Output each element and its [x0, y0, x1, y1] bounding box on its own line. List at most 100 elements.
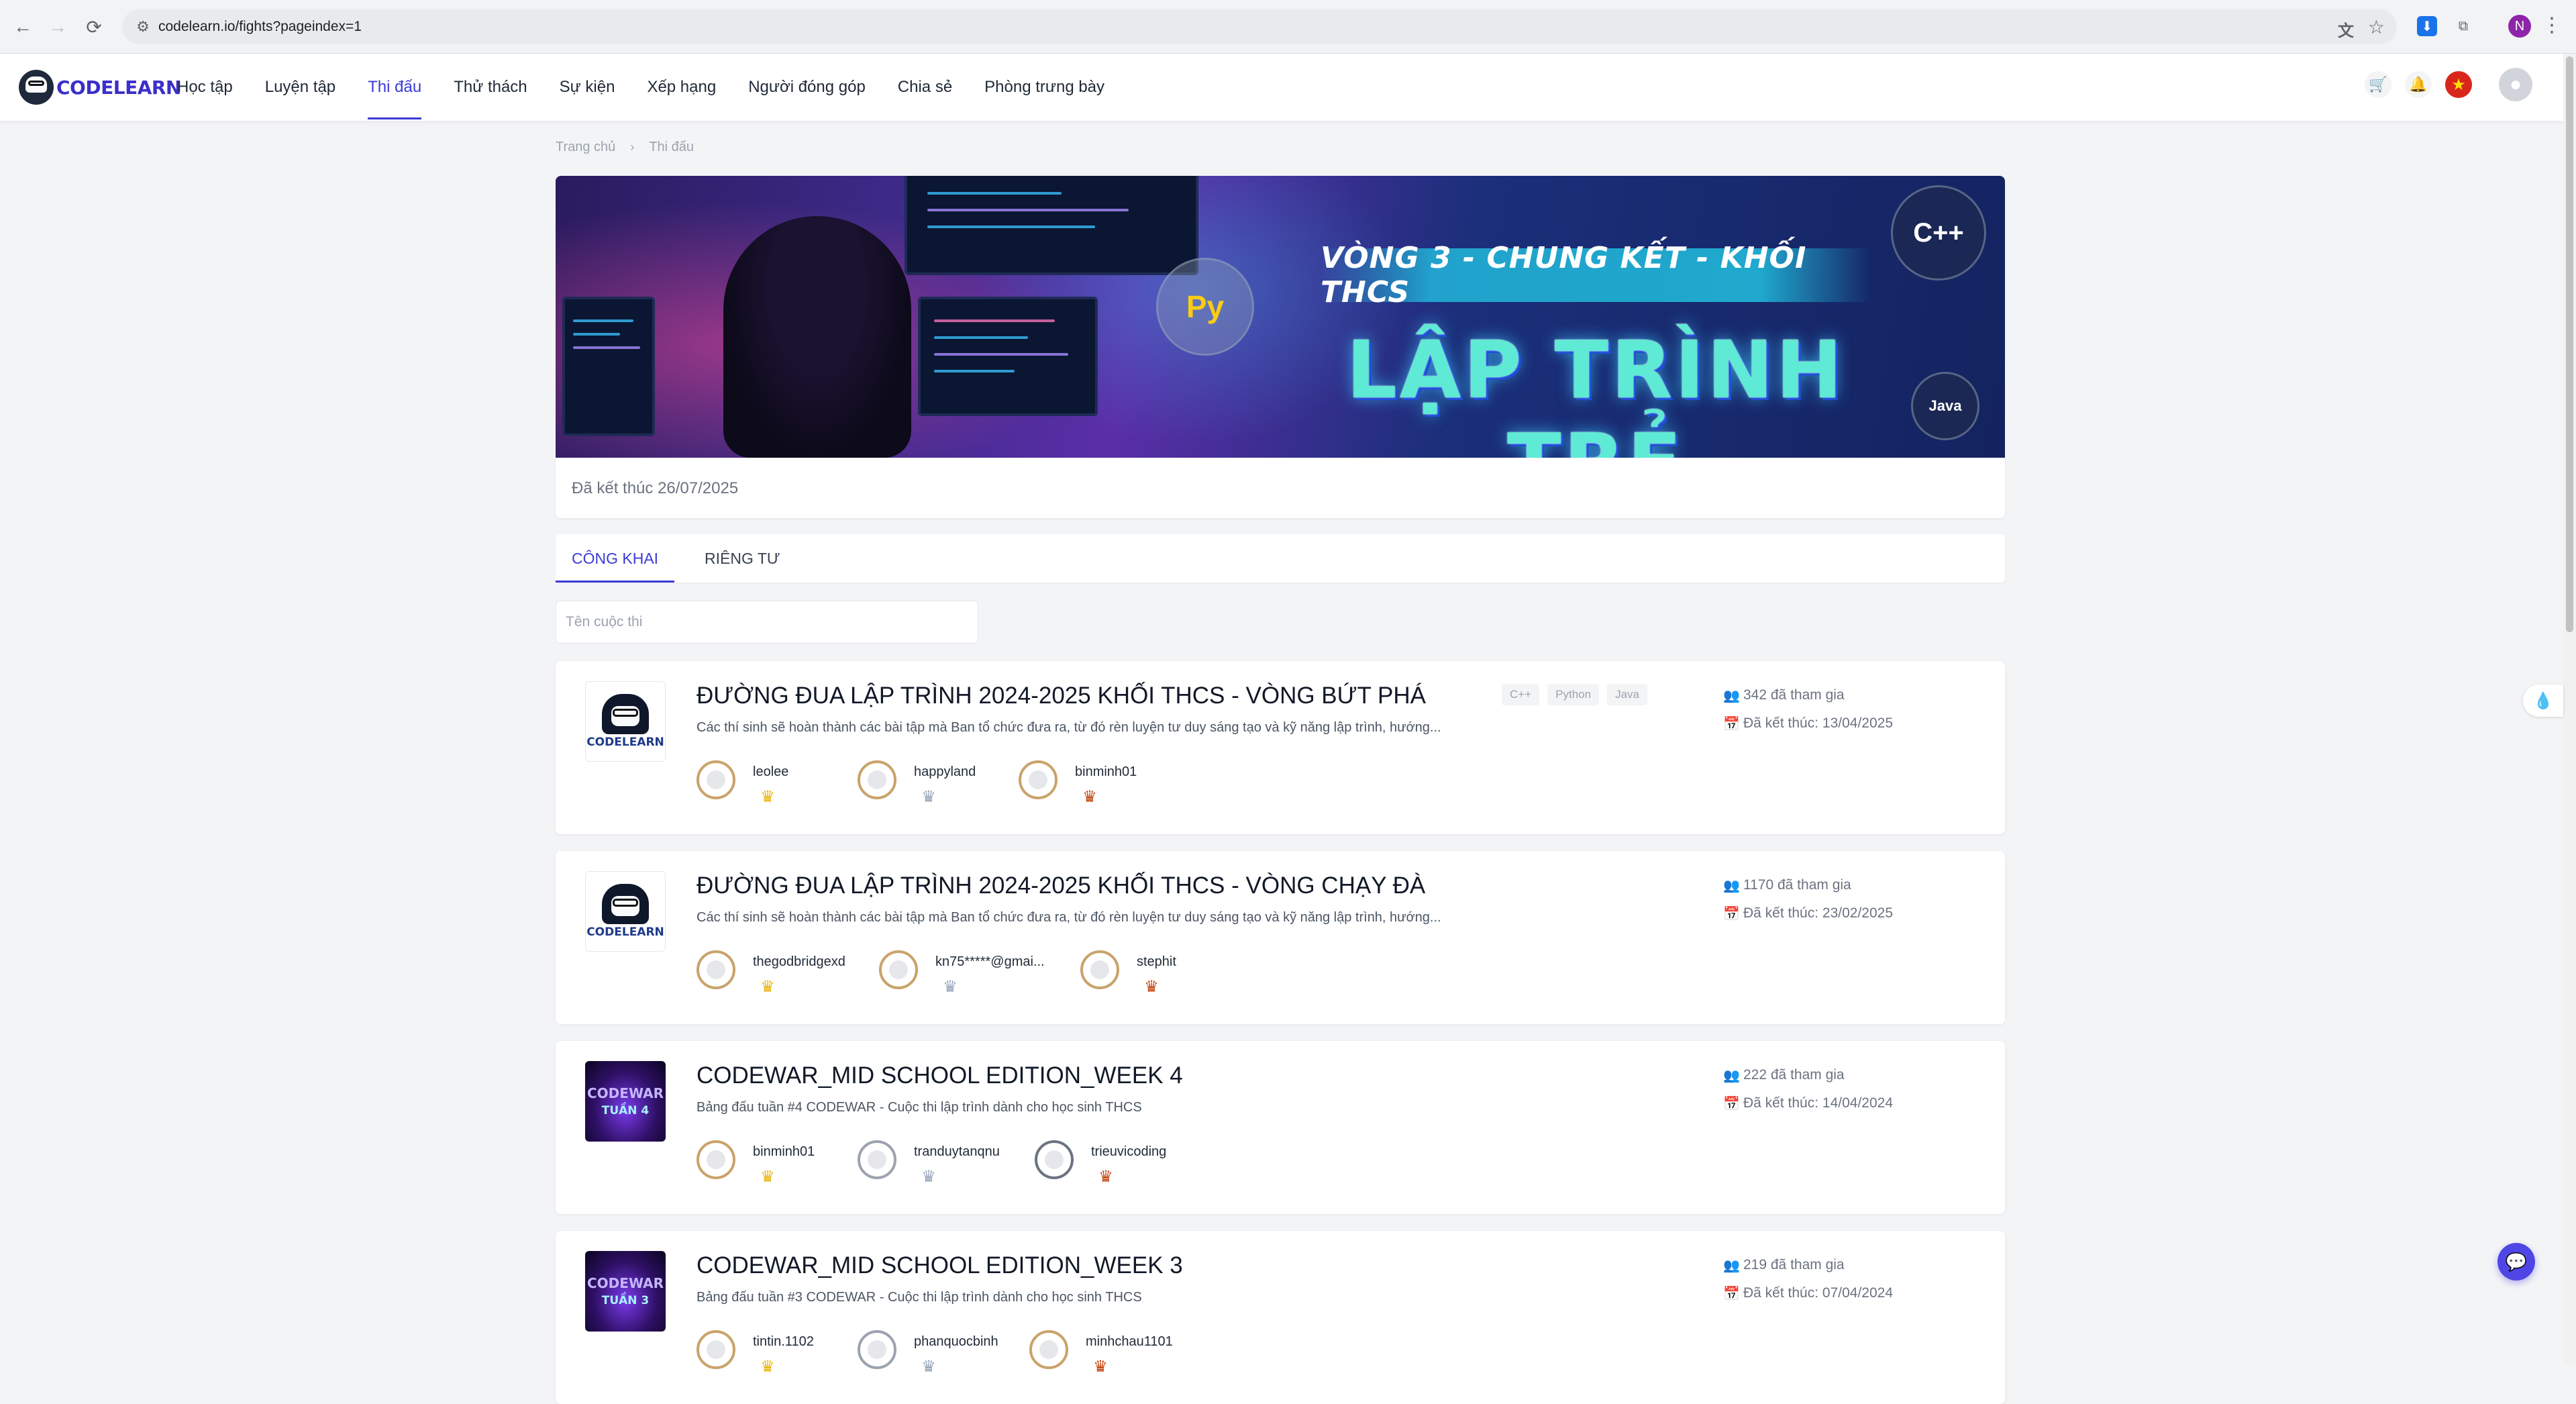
winner-first[interactable]: tintin.1102 ♛: [697, 1330, 858, 1384]
users-icon: 👥: [1723, 878, 1740, 893]
contest-description: Các thí sinh sẽ hoàn thành các bài tập m…: [697, 910, 1441, 925]
reload-icon[interactable]: ⟳: [82, 15, 106, 39]
banner-ribbon-text: VÒNG 3 - CHUNG KẾT - KHỐI THCS: [1321, 241, 1807, 309]
winner-name[interactable]: thegodbridgexd: [753, 954, 845, 970]
top-winners: leolee ♛ happyland ♛ binminh01 ♛: [697, 760, 1180, 814]
tab-public[interactable]: CÔNG KHAI: [556, 534, 675, 583]
cpp-badge-icon: C++: [1891, 185, 1986, 281]
bronze-rank-icon: ♛: [1093, 1357, 1108, 1376]
contest-thumbnail: CODEWAR TUẦN 3: [585, 1251, 666, 1332]
winner-name[interactable]: happyland: [914, 764, 976, 780]
contest-title[interactable]: ĐƯỜNG ĐUA LẬP TRÌNH 2024-2025 KHỐI THCS …: [697, 872, 1425, 899]
site-info-icon[interactable]: ⚙: [134, 18, 152, 36]
bell-icon[interactable]: 🔔: [2405, 71, 2432, 98]
winner-name[interactable]: binminh01: [753, 1144, 815, 1160]
bookmark-star-icon[interactable]: ☆: [2368, 16, 2385, 38]
tag-python: Python: [1547, 684, 1600, 705]
nav-hoc-tap[interactable]: Học tập: [177, 54, 233, 121]
nav-luyen-tap[interactable]: Luyện tập: [265, 54, 336, 121]
winner-name[interactable]: tranduytanqnu: [914, 1144, 1000, 1160]
calendar-icon: 📅: [1723, 1286, 1740, 1301]
winner-name[interactable]: minhchau1101: [1086, 1334, 1173, 1350]
avatar: [1035, 1140, 1074, 1179]
banner-ribbon: VÒNG 3 - CHUNG KẾT - KHỐI THCS: [1321, 241, 1871, 309]
banner-status: Đã kết thúc 26/07/2025: [556, 458, 2005, 518]
url-text[interactable]: codelearn.io/fights?pageindex=1: [158, 18, 362, 36]
contest-title[interactable]: CODEWAR_MID SCHOOL EDITION_WEEK 4: [697, 1062, 1183, 1089]
winner-second[interactable]: kn75*****@gmai... ♛: [879, 950, 1080, 1004]
breadcrumb-home[interactable]: Trang chủ: [556, 140, 615, 155]
end-date: Đã kết thúc: 14/04/2024: [1743, 1095, 1893, 1111]
contest-card[interactable]: CODELEARN ĐƯỜNG ĐUA LẬP TRÌNH 2024-2025 …: [556, 661, 2005, 834]
contest-card[interactable]: CODEWAR TUẦN 3 CODEWAR_MID SCHOOL EDITIO…: [556, 1231, 2005, 1404]
nav-thu-thach[interactable]: Thử thách: [454, 54, 527, 121]
contest-card[interactable]: CODELEARN ĐƯỜNG ĐUA LẬP TRÌNH 2024-2025 …: [556, 851, 2005, 1024]
gold-rank-icon: ♛: [760, 977, 775, 996]
thumbnail-label: CODEWAR: [587, 1275, 664, 1291]
nav-nguoi-dong-gop[interactable]: Người đóng góp: [748, 54, 866, 121]
contest-card[interactable]: CODEWAR TUẦN 4 CODEWAR_MID SCHOOL EDITIO…: [556, 1041, 2005, 1214]
winner-second[interactable]: tranduytanqnu ♛: [858, 1140, 1035, 1194]
chat-bubble-icon[interactable]: 💬: [2497, 1243, 2535, 1281]
back-icon[interactable]: ←: [11, 15, 35, 39]
participant-count: 1170 đã tham gia: [1743, 877, 1851, 893]
bronze-rank-icon: ♛: [1098, 1167, 1113, 1186]
extension-icon[interactable]: ⬇: [2417, 16, 2437, 36]
forward-icon[interactable]: →: [46, 15, 70, 39]
profile-avatar[interactable]: N: [2508, 15, 2531, 38]
user-avatar-icon[interactable]: ●: [2499, 68, 2532, 101]
codelearn-logo[interactable]: CODELEARN: [19, 67, 181, 107]
avatar: [1019, 760, 1058, 799]
winner-second[interactable]: happyland ♛: [858, 760, 1019, 814]
winner-third[interactable]: stephit ♛: [1080, 950, 1241, 1004]
thumbnail-week: TUẦN 3: [601, 1294, 650, 1307]
contest-title[interactable]: ĐƯỜNG ĐUA LẬP TRÌNH 2024-2025 KHỐI THCS …: [697, 683, 1426, 709]
winner-third[interactable]: trieuvicoding ♛: [1035, 1140, 1196, 1194]
winner-first[interactable]: binminh01 ♛: [697, 1140, 858, 1194]
page-scrollbar[interactable]: [2563, 54, 2576, 1364]
nav-chia-se[interactable]: Chia sẻ: [898, 54, 952, 121]
thumbnail-week: TUẦN 4: [601, 1104, 650, 1117]
vietnam-flag-icon[interactable]: ★: [2445, 71, 2472, 98]
winner-name[interactable]: tintin.1102: [753, 1334, 814, 1350]
winner-name[interactable]: kn75*****@gmai...: [935, 954, 1045, 970]
scrollbar-thumb[interactable]: [2566, 56, 2573, 632]
winner-third[interactable]: binminh01 ♛: [1019, 760, 1180, 814]
winner-name[interactable]: binminh01: [1075, 764, 1137, 780]
winner-name[interactable]: leolee: [753, 764, 788, 780]
winner-second[interactable]: phanquocbinh ♛: [858, 1330, 1029, 1384]
contest-thumbnail: CODEWAR TUẦN 4: [585, 1061, 666, 1142]
side-widget-icon[interactable]: 💧: [2523, 685, 2563, 717]
nav-xep-hang[interactable]: Xếp hạng: [647, 54, 716, 121]
winner-name[interactable]: trieuvicoding: [1091, 1144, 1166, 1160]
avatar: [879, 950, 918, 989]
browser-menu-icon[interactable]: ⋮: [2542, 13, 2562, 37]
avatar: [697, 760, 735, 799]
browser-toolbar: ← → ⟳ ⚙ codelearn.io/fights?pageindex=1 …: [0, 0, 2576, 54]
cart-icon[interactable]: 🛒: [2365, 71, 2391, 98]
avatar: [697, 950, 735, 989]
thumbnail-label: CODELEARN: [586, 925, 664, 939]
contest-end-date: Đã kết thúc 26/07/2025: [572, 479, 739, 497]
contest-search-input[interactable]: [556, 601, 978, 644]
tag-cpp: C++: [1502, 684, 1540, 705]
calendar-icon: 📅: [1723, 906, 1740, 921]
visibility-tabs: CÔNG KHAI RIÊNG TƯ: [556, 534, 2005, 583]
nav-phong-trung-bay[interactable]: Phòng trưng bày: [984, 54, 1104, 121]
translate-icon[interactable]: 文: [2338, 17, 2354, 41]
address-bar[interactable]: ⚙ codelearn.io/fights?pageindex=1 文 ☆: [122, 9, 2397, 44]
winner-first[interactable]: thegodbridgexd ♛: [697, 950, 879, 1004]
contest-title[interactable]: CODEWAR_MID SCHOOL EDITION_WEEK 3: [697, 1252, 1183, 1279]
banner-monitor: [918, 297, 1098, 416]
winner-third[interactable]: minhchau1101 ♛: [1029, 1330, 1190, 1384]
winner-first[interactable]: leolee ♛: [697, 760, 858, 814]
winner-name[interactable]: stephit: [1137, 954, 1176, 970]
contest-banner[interactable]: Py C++ Java VÒNG 3 - CHUNG KẾT - KHỐI TH…: [556, 176, 2005, 458]
participant-count: 342 đã tham gia: [1743, 687, 1845, 703]
tab-private[interactable]: RIÊNG TƯ: [688, 534, 796, 583]
nav-thi-dau[interactable]: Thi đấu: [368, 54, 422, 121]
extensions-puzzle-icon[interactable]: ⧉: [2453, 16, 2473, 36]
nav-su-kien[interactable]: Sự kiện: [560, 54, 615, 121]
winner-name[interactable]: phanquocbinh: [914, 1334, 998, 1350]
banner-monitor: [905, 176, 1198, 275]
